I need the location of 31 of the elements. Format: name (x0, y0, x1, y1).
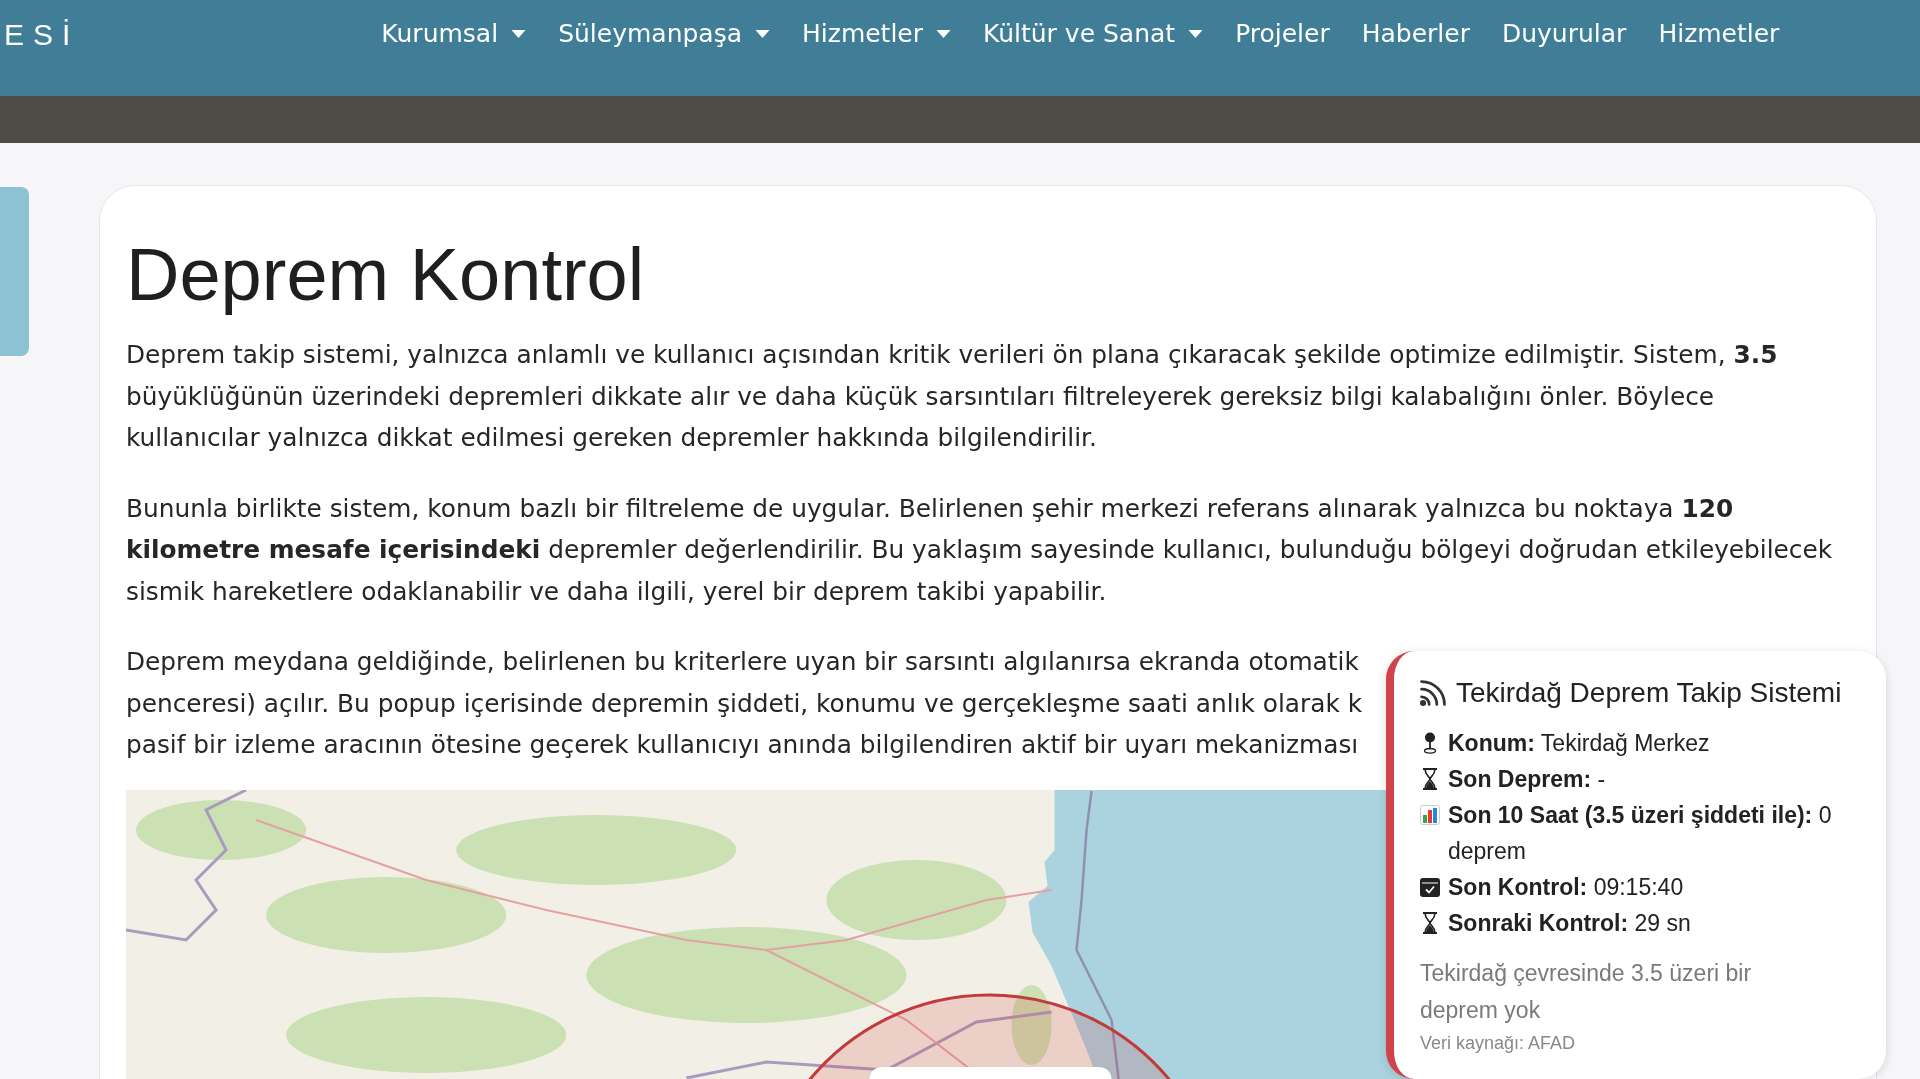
side-tab[interactable] (0, 187, 29, 356)
caret-icon (1188, 30, 1204, 38)
status-line: Son Deprem: - (1448, 765, 1606, 794)
hourglass-icon (1420, 912, 1440, 934)
calendar-icon (1420, 876, 1440, 898)
status-message: Tekirdağ çevresinde 3.5 üzeri bir deprem yok (1420, 959, 1753, 1025)
broadcast-icon (1420, 680, 1446, 706)
caret-icon (936, 30, 952, 38)
hourglass-icon (1420, 768, 1440, 790)
status-line: Konum: Tekirdağ Merkez (1448, 729, 1710, 758)
nav-link[interactable]: Duyurular (1502, 17, 1627, 51)
bar-chart-icon (1420, 804, 1440, 826)
nav-link[interactable]: Kurumsal (381, 17, 527, 51)
paragraph: Deprem meydana geldiğinde, belirlenen bu kriterlere uyan bir sarsıntı algılanırsa ekranda otomatik penceresi) açılır. Bu popup içerisinde depremin şiddeti, konumu ve gerçekleşme saati anlık olarak k pasif bir izleme aracının ötesine geçerek kullanıcıyı anında bilgilendiren aktif bir uyarı mekanizması (126, 646, 1362, 761)
nav-link[interactable]: Projeler (1235, 17, 1330, 51)
status-line: Son 10 Saat (3.5 üzeri şiddeti ile): 0 deprem (1448, 801, 1833, 866)
nav-link[interactable]: Süleymanpaşa (558, 17, 770, 51)
caret-icon (511, 30, 527, 38)
nav-link[interactable]: Haberler (1361, 17, 1470, 51)
nav-link[interactable]: Kültür ve Sanat (983, 17, 1204, 51)
popup-title: Tekirdağ Deprem Takip Sistemi (1456, 676, 1842, 710)
paragraph: Deprem takip sistemi, yalnızca anlamlı ve kullanıcı açısından kritik verileri ön plana çıkaracak şekilde optimize edilmiştir. Sistem, 3.5 büyüklüğünün üzerindeki depremleri dikkate alır ve daha küçük sarsıntıları filtreleyerek gereksiz bilgi kalabalığını önler. Böylece kullanıcılar yalnızca dikkat edilmesi gereken depremler hakkında bilgilendirilir. (126, 339, 1779, 454)
status-line: Sonraki Kontrol: 29 sn (1448, 909, 1691, 938)
paragraph: Bununla birlikte sistem, konum bazlı bir filtreleme de uygular. Belirlenen şehir merkezi referans alınarak yalnızca bu noktaya 120 kilometre mesafe içerisindeki depremler değerlendirilir. Bu yaklaşım sayesinde kullanıcı, bulunduğu bölgeyi doğrudan etkileyebilecek sismik hareketlere odaklanabilir ve daha ilgili, yerel bir deprem takibi yapabilir. (126, 492, 1834, 608)
nav-link[interactable]: Hizmetler (802, 17, 952, 51)
status-line: Son Kontrol: 09:15:40 (1448, 873, 1684, 902)
caret-icon (755, 30, 770, 38)
nav-link[interactable]: Hizmetler (1658, 17, 1780, 51)
logo-text[interactable]: ESİ (4, 17, 80, 53)
data-source-text: Veri kaynağı: AFAD (1420, 1032, 1577, 1055)
page-title: Deprem Kontrol (126, 232, 646, 318)
